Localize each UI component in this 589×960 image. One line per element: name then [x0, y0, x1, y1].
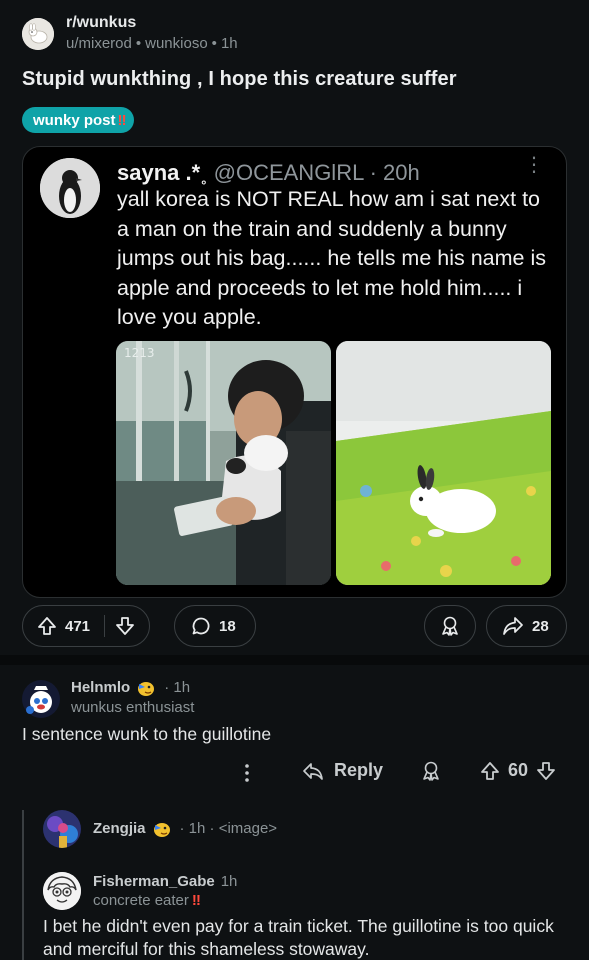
- post-header: r/wunkus u/mixerod • wunkioso • 1h: [22, 14, 238, 54]
- vote-separator: [104, 615, 106, 637]
- tweet-handle: @OCEANGlRL · 20h: [213, 160, 420, 185]
- tweet-avatar: [40, 158, 100, 218]
- comment-text: I bet he didn't even pay for a train tic…: [43, 916, 554, 959]
- share-count: 28: [532, 617, 549, 635]
- subreddit-avatar[interactable]: [22, 18, 54, 50]
- comment-user-flair: concrete eater ‼: [93, 891, 201, 911]
- post-title: Stupid wunkthing , I hope this creature …: [22, 68, 457, 90]
- comment-author-line: Helnmlo · 1h: [71, 678, 190, 698]
- post-action-bar: 471 18 28: [22, 605, 567, 647]
- upvote-icon[interactable]: [480, 761, 500, 781]
- downvote-icon[interactable]: [536, 761, 556, 781]
- tweet-name: sayna .*˳: [117, 160, 208, 185]
- comment-time: 1h: [220, 873, 238, 890]
- photo-car-number: 1213: [124, 346, 155, 360]
- comment-meta: · 1h · <image>: [179, 820, 278, 837]
- share-icon: [503, 617, 523, 635]
- post-author-flair: wunkioso: [145, 35, 208, 52]
- downvote-icon[interactable]: [115, 616, 135, 636]
- subreddit-name[interactable]: r/wunkus: [66, 14, 238, 32]
- award-icon: [442, 616, 458, 636]
- reply-button[interactable]: Reply: [302, 760, 383, 781]
- comment-author[interactable]: Zengjia: [93, 819, 146, 839]
- tweet-photo-bunny: [336, 341, 551, 585]
- comment-author-line: Fisherman_Gabe 1h: [93, 872, 237, 892]
- more-options-icon[interactable]: [240, 762, 254, 784]
- tweet-text: yall korea is NOT REAL how am i sat next…: [117, 187, 547, 329]
- comment-text: I sentence wunk to the guillotine: [22, 724, 272, 744]
- comment-time: · 1h: [164, 679, 191, 696]
- comment-avatar[interactable]: [43, 872, 81, 910]
- comment-icon: [192, 617, 210, 635]
- section-divider: [0, 655, 589, 665]
- post-flair[interactable]: wunky post ‼: [22, 107, 134, 133]
- tweet-more-icon: ⋮: [524, 154, 544, 176]
- comment-author[interactable]: Helnmlo: [71, 678, 130, 698]
- comment-vote-control: 60: [480, 760, 556, 781]
- reply-icon: [303, 762, 323, 780]
- share-button[interactable]: 28: [486, 605, 567, 647]
- comment-author[interactable]: Fisherman_Gabe: [93, 873, 215, 890]
- comment-award-button[interactable]: [420, 760, 442, 787]
- comment-user-flair: wunkus enthusiast: [71, 699, 195, 716]
- tweet-header: sayna .*˳ @OCEANGlRL · 20h: [117, 159, 420, 187]
- tweet-photo-train-man: 1213: [116, 341, 331, 585]
- vote-control: 471: [22, 605, 150, 647]
- comment-user-flair-label: concrete eater: [93, 892, 189, 909]
- award-icon: [423, 761, 439, 781]
- comments-button[interactable]: 18: [174, 605, 256, 647]
- comment-avatar[interactable]: [43, 810, 81, 848]
- post-meta: u/mixerod • wunkioso • 1h: [66, 35, 238, 52]
- award-button[interactable]: [424, 605, 476, 647]
- flair-bang-emoji: ‼: [117, 111, 127, 129]
- comment-author-line: Zengjia · 1h · <image>: [93, 819, 277, 839]
- comment-count: 18: [219, 617, 236, 635]
- comment-action-bar: Reply 60: [0, 758, 589, 788]
- upvote-icon[interactable]: [37, 616, 57, 636]
- post-image[interactable]: sayna .*˳ @OCEANGlRL · 20h ⋮ yall korea …: [22, 146, 567, 598]
- upvote-count: 471: [65, 617, 91, 635]
- post-author[interactable]: u/mixerod: [66, 35, 132, 52]
- post-time: 1h: [220, 35, 238, 52]
- comment-avatar[interactable]: [22, 680, 60, 718]
- reply-label: Reply: [334, 760, 384, 780]
- post-flair-label: wunky post: [33, 111, 116, 129]
- flair-bang-emoji: ‼: [191, 892, 201, 909]
- comment-vote-count: 60: [508, 760, 529, 780]
- flair-emoji-icon: [138, 682, 155, 696]
- flair-emoji-icon: [153, 823, 170, 837]
- thread-line[interactable]: [22, 810, 24, 960]
